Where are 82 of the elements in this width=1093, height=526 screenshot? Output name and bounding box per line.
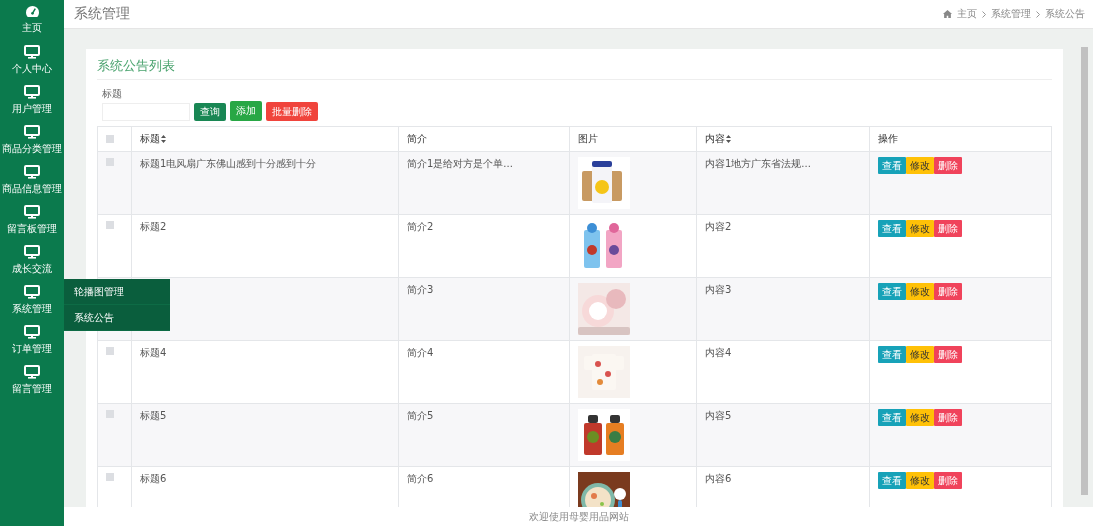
checkbox[interactable] — [106, 347, 114, 355]
column-header[interactable]: 标题 — [131, 126, 399, 152]
dashboard-icon — [24, 5, 40, 18]
checkbox[interactable] — [106, 410, 114, 418]
monitor-icon — [24, 324, 40, 339]
field-label: 标题 — [102, 87, 123, 101]
scrollbar[interactable] — [1081, 47, 1088, 495]
search-button[interactable]: 查询 — [194, 103, 226, 121]
table-cell: 内容3 — [705, 284, 732, 295]
nav-item[interactable]: 留言板管理 — [0, 200, 64, 240]
table-cell: 简介3 — [407, 284, 434, 295]
table-cell: 标题1电风扇广东佛山感到十分感到十分 — [140, 158, 317, 169]
delete-button[interactable]: 删除 — [934, 472, 962, 489]
column-header: 图片 — [569, 126, 697, 152]
table-cell: 标题6 — [140, 473, 167, 484]
column-header[interactable]: 内容 — [696, 126, 870, 152]
monitor-icon — [24, 44, 40, 59]
view-button[interactable]: 查看 — [878, 157, 906, 174]
table-cell: 内容5 — [705, 410, 732, 421]
monitor-icon — [24, 204, 40, 219]
edit-button[interactable]: 修改 — [906, 157, 934, 174]
view-button[interactable]: 查看 — [878, 409, 906, 426]
checkbox[interactable] — [106, 158, 114, 166]
nav-item[interactable]: 订单管理 — [0, 320, 64, 360]
breadcrumb-link[interactable]: 主页 — [957, 7, 977, 21]
batch-delete-button[interactable]: 批量删除 — [266, 102, 318, 121]
monitor-icon — [24, 84, 40, 99]
nav-item[interactable]: 系统管理 — [0, 280, 64, 320]
view-button[interactable]: 查看 — [878, 220, 906, 237]
edit-button[interactable]: 修改 — [906, 220, 934, 237]
breadcrumb-link[interactable]: 系统管理 — [991, 7, 1031, 21]
table-cell: 标题2 — [140, 221, 167, 232]
monitor-icon — [24, 284, 40, 299]
card-title: 系统公告列表 — [97, 57, 1052, 80]
edit-button[interactable]: 修改 — [906, 283, 934, 300]
nav-item[interactable]: 个人中心 — [0, 40, 64, 80]
table-cell: 简介5 — [407, 410, 434, 421]
table-cell: 简介6 — [407, 473, 434, 484]
nav-item[interactable]: 商品分类管理 — [0, 120, 64, 160]
nav-item[interactable]: 留言管理 — [0, 360, 64, 400]
breadcrumb-link[interactable]: 系统公告 — [1045, 7, 1085, 21]
page-title: 系统管理 — [74, 5, 130, 23]
table-cell: 标题5 — [140, 410, 167, 421]
delete-button[interactable]: 删除 — [934, 346, 962, 363]
table-cell: 内容4 — [705, 347, 732, 358]
sort-icon — [726, 135, 731, 143]
edit-button[interactable]: 修改 — [906, 409, 934, 426]
view-button[interactable]: 查看 — [878, 346, 906, 363]
monitor-icon — [24, 124, 40, 139]
view-button[interactable]: 查看 — [878, 283, 906, 300]
column-header: 简介 — [398, 126, 570, 152]
checkbox[interactable] — [106, 134, 114, 143]
sort-icon — [161, 135, 166, 143]
column-header: 操作 — [869, 126, 1052, 152]
table-cell: 内容6 — [705, 473, 732, 484]
table-cell: 简介4 — [407, 347, 434, 358]
monitor-icon — [24, 364, 40, 379]
table-cell: 简介1是给对方是个单... — [407, 158, 513, 169]
table-cell: 内容2 — [705, 221, 732, 232]
table-cell: 标题4 — [140, 347, 167, 358]
delete-button[interactable]: 删除 — [934, 283, 962, 300]
add-button[interactable]: 添加 — [230, 101, 262, 121]
checkbox[interactable] — [106, 473, 114, 481]
delete-button[interactable]: 删除 — [934, 220, 962, 237]
delete-button[interactable]: 删除 — [934, 409, 962, 426]
view-button[interactable]: 查看 — [878, 472, 906, 489]
delete-button[interactable]: 删除 — [934, 157, 962, 174]
nav-item[interactable]: 商品信息管理 — [0, 160, 64, 200]
edit-button[interactable]: 修改 — [906, 346, 934, 363]
checkbox[interactable] — [106, 221, 114, 229]
table-cell: 内容1地方广东省法规... — [705, 158, 811, 169]
chevron-icon — [1036, 10, 1040, 18]
edit-button[interactable]: 修改 — [906, 472, 934, 489]
nav-item[interactable]: 成长交流 — [0, 240, 64, 280]
monitor-icon — [24, 244, 40, 259]
footer-text: 欢迎使用母婴用品网站 — [528, 511, 629, 522]
nav-item[interactable]: 主页 — [0, 0, 64, 40]
table-cell: 简介2 — [407, 221, 434, 232]
monitor-icon — [24, 164, 40, 179]
home-icon — [943, 10, 952, 18]
nav-item[interactable]: 用户管理 — [0, 80, 64, 120]
chevron-icon — [982, 10, 986, 18]
